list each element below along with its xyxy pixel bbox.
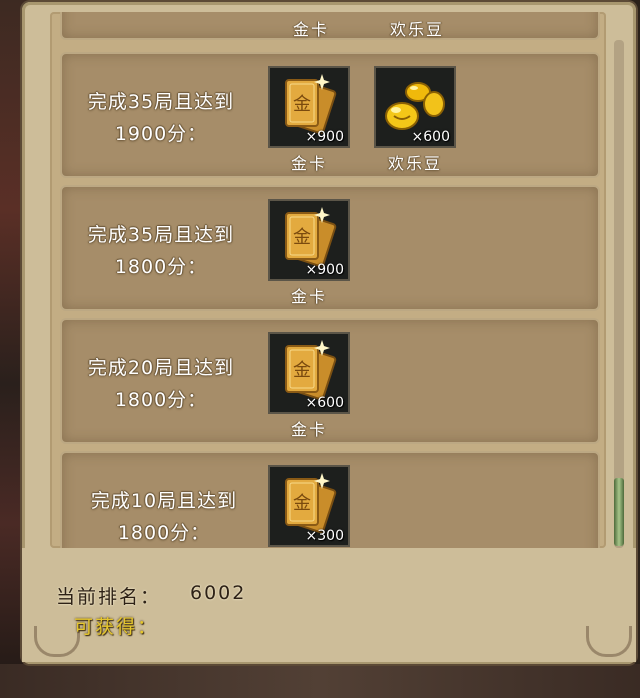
scrollbar-thumb[interactable]: [614, 478, 624, 546]
current-rank-label: 当前排名：: [56, 586, 162, 608]
reward-count: ×900: [305, 262, 344, 278]
reward-condition: 完成10局且达到1800分：: [66, 485, 262, 548]
scrollbar-track[interactable]: [614, 40, 624, 548]
reward-count: ×600: [305, 395, 344, 411]
background-bottom: [0, 664, 640, 698]
reward-condition: 完成20局且达到1800分：: [66, 352, 256, 416]
reward-condition-text: 完成35局且达到1800分：: [87, 224, 235, 278]
reward-item[interactable]: 金 ×900: [268, 199, 350, 281]
reward-row-partial: 金卡 欢乐豆: [60, 12, 600, 40]
svg-text:金: 金: [293, 493, 311, 514]
svg-text:金: 金: [293, 360, 311, 381]
reward-list[interactable]: 金卡 欢乐豆 完成35局且达到1900分： 金 ×900 金卡 ×600 欢乐豆…: [50, 12, 606, 548]
reward-item[interactable]: ×600: [374, 66, 456, 148]
reward-condition: 完成35局且达到1800分：: [66, 219, 256, 283]
svg-text:金: 金: [293, 227, 311, 248]
reward-name: 金卡: [290, 154, 327, 173]
reward-name: 欢乐豆: [387, 154, 442, 173]
reward-name: 金卡: [290, 420, 327, 439]
reward-condition: 完成35局且达到1900分：: [66, 86, 256, 150]
reward-row: 完成20局且达到1800分： 金 ×600 金卡: [60, 318, 600, 444]
reward-count: ×300: [305, 528, 344, 544]
reward-item[interactable]: 金 ×600: [268, 332, 350, 414]
reward-count: ×900: [305, 129, 344, 145]
obtainable-label: 可获得：: [74, 616, 159, 638]
reward-condition-text: 完成20局且达到1800分：: [87, 357, 235, 411]
svg-text:金: 金: [293, 94, 311, 115]
reward-count: ×600: [411, 129, 450, 145]
reward-row: 完成10局且达到1800分： 金 ×300: [60, 451, 600, 548]
current-rank-value: 6002: [190, 582, 247, 604]
reward-name: 金卡: [292, 20, 329, 39]
reward-condition-text: 完成35局且达到1900分：: [87, 91, 235, 145]
reward-item[interactable]: 金 ×900: [268, 66, 350, 148]
reward-row: 完成35局且达到1900分： 金 ×900 金卡 ×600 欢乐豆: [60, 52, 600, 178]
reward-name: 金卡: [290, 287, 327, 306]
reward-condition-text: 完成10局且达到1800分：: [90, 490, 238, 544]
reward-name: 欢乐豆: [389, 20, 444, 39]
reward-row: 完成35局且达到1800分： 金 ×900 金卡: [60, 185, 600, 311]
reward-item[interactable]: 金 ×300: [268, 465, 350, 547]
